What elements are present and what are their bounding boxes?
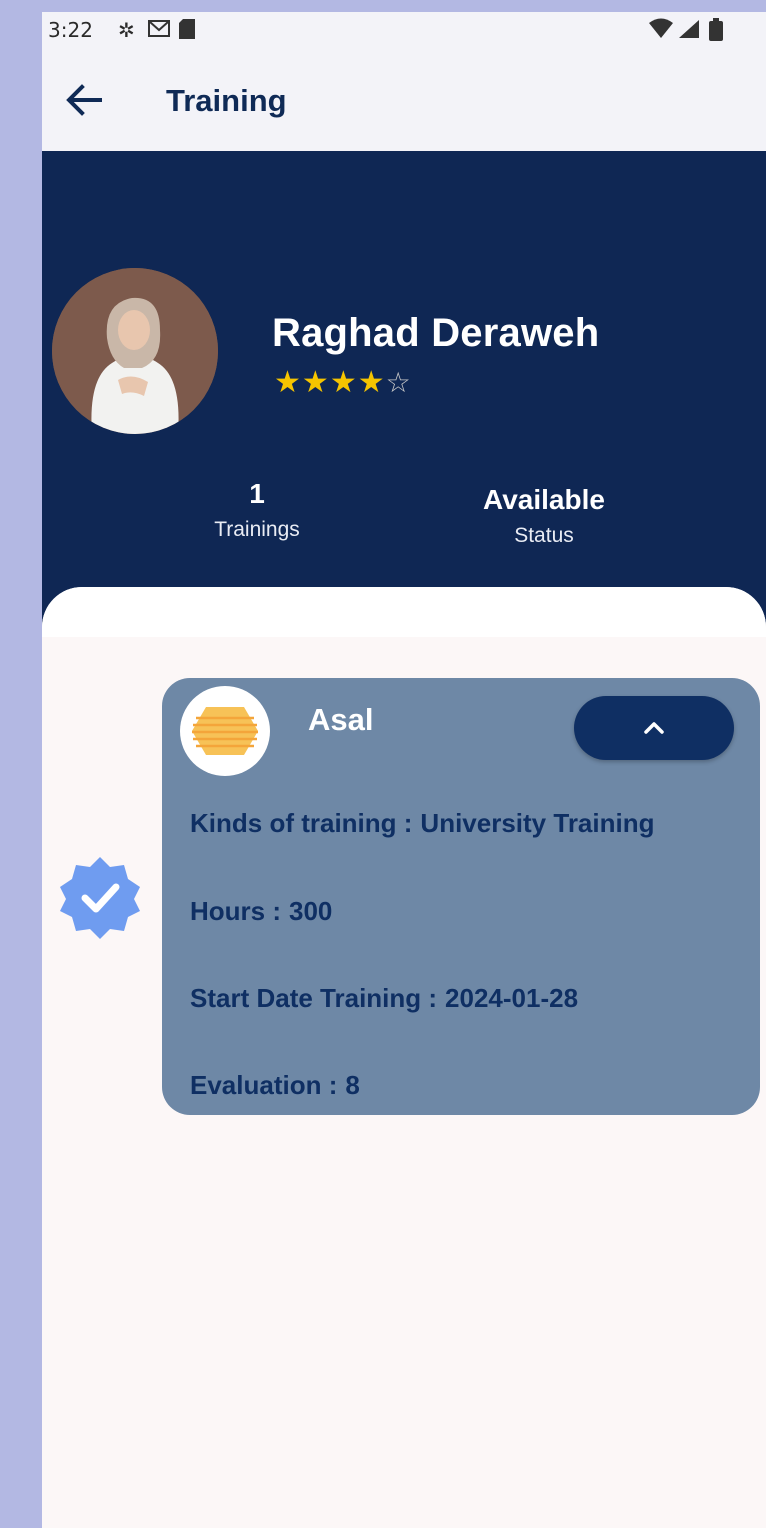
wifi-icon [648,18,674,45]
avatar [52,268,218,434]
hours-label: Hours : [190,896,281,926]
gmail-icon [148,18,170,43]
evaluation-label: Evaluation : [190,1070,338,1100]
start-date-row: Start Date Training :2024-01-28 [190,983,578,1014]
star-filled-icon: ★ [274,365,302,400]
start-date-value: 2024-01-28 [445,983,579,1013]
stat-trainings: 1 Trainings [182,478,332,542]
chevron-up-icon [644,722,664,734]
start-date-label: Start Date Training : [190,983,438,1013]
status-value: Available [483,484,605,515]
star-empty-icon: ☆ [385,366,412,399]
hours-value: 300 [289,896,333,926]
profile-name: Raghad Deraweh [272,311,600,355]
kinds-of-training-row: Kinds of training : University Training [190,808,655,839]
company-name: Asal [308,702,374,737]
app-bar: Training [42,50,766,151]
status-time: 3:22 [48,18,93,42]
star-filled-icon: ★ [329,365,358,400]
star-filled-icon: ★ [301,365,330,400]
trainings-label: Trainings [214,518,300,541]
sheet-top [42,587,766,637]
evaluation-row: Evaluation :8 [190,1070,360,1101]
profile-header: Raghad Deraweh ★★★★☆ 1 Trainings Availab… [42,151,766,641]
status-bar: 3:22 ✲ [42,12,766,50]
app-screen: 3:22 ✲ Training Raghad Deraweh ★★★★☆ 1 T… [42,12,766,1528]
back-button[interactable] [60,76,108,124]
hours-row: Hours : 300 [190,896,332,927]
verified-badge-icon [58,855,142,939]
arrow-left-icon [66,84,102,116]
cellular-icon [678,18,700,45]
page-title: Training [166,83,287,118]
trainings-count: 1 [249,478,265,509]
stat-status: Available Status [454,484,634,548]
company-logo [180,686,270,776]
collapse-button[interactable] [574,696,734,760]
gear-icon: ✲ [118,18,135,42]
star-rating: ★★★★☆ [274,365,412,400]
training-card[interactable]: Asal Kinds of training : University Train… [162,678,760,1115]
kinds-label: Kinds of training : [190,808,413,838]
battery-icon [708,18,724,47]
star-filled-icon: ★ [357,365,386,400]
evaluation-value: 8 [345,1070,360,1100]
kinds-value: University Training [420,808,655,838]
status-label: Status [514,524,574,547]
sim-card-icon [178,18,196,45]
